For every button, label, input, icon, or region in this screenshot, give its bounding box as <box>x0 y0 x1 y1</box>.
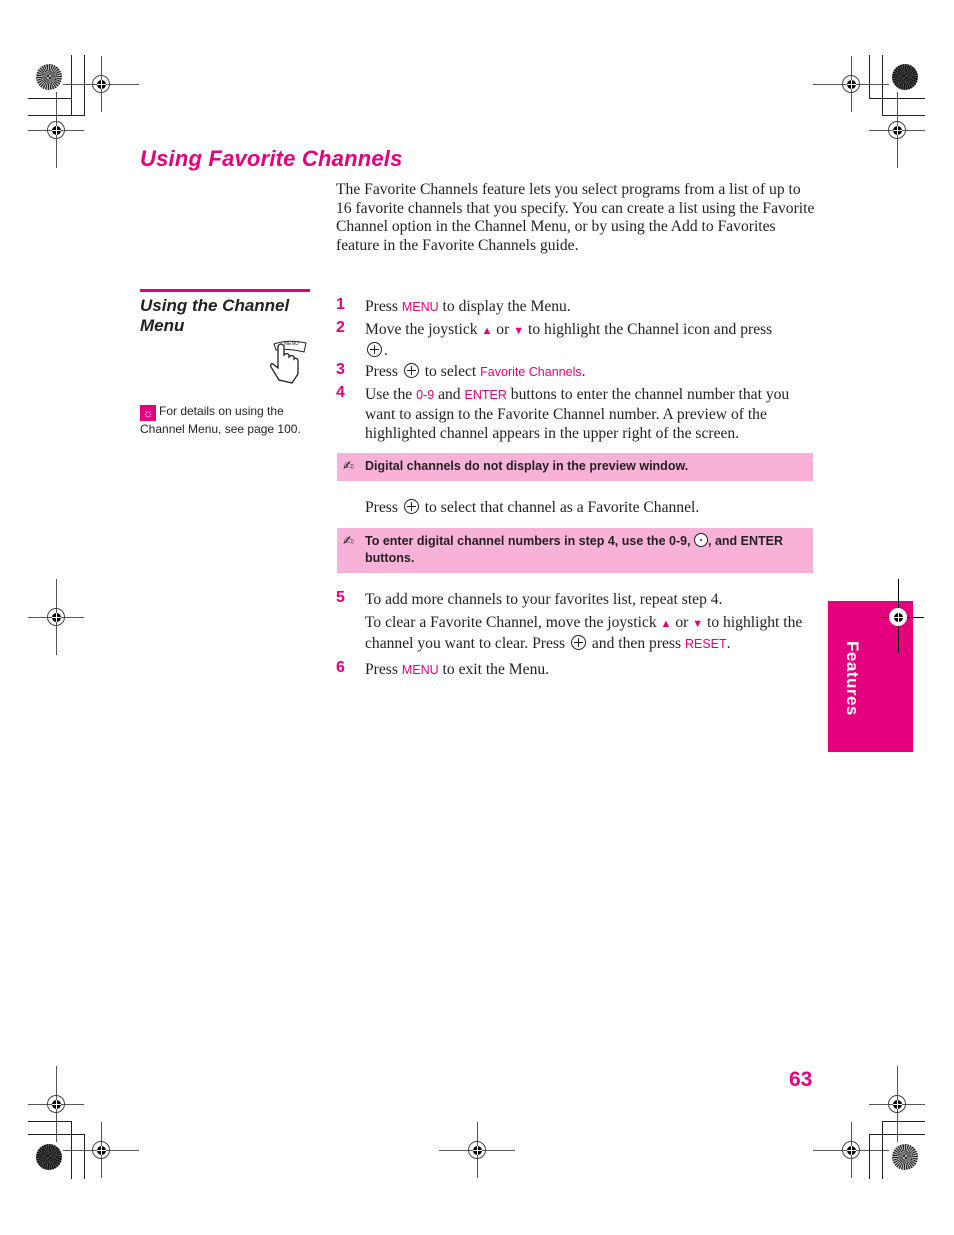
step-number: 6 <box>336 659 345 676</box>
trim-line <box>28 98 71 99</box>
tip-text: For details on using the Channel Menu, s… <box>140 404 301 436</box>
intro-paragraph: The Favorite Channels feature lets you s… <box>336 181 815 255</box>
menu-label: MENU <box>284 341 299 347</box>
note-text: Digital channels do not display in the p… <box>365 459 689 473</box>
step-number: 4 <box>336 384 345 401</box>
tip-note: ☼ For details on using the Channel Menu, … <box>140 403 320 438</box>
note-box: ✍ Digital channels do not display in the… <box>337 453 813 481</box>
section-rule <box>140 289 310 292</box>
color-wheel-icon <box>36 1144 62 1170</box>
trim-line <box>882 1121 883 1179</box>
step-3: Press to select Favorite Channels. <box>365 363 586 380</box>
number-buttons-ref: 0-9 <box>416 388 435 402</box>
menu-button-illustration: MENU <box>268 338 310 388</box>
arrow-down-icon: ▼ <box>513 325 525 337</box>
step-number: 2 <box>336 319 345 336</box>
trim-line <box>84 1134 85 1179</box>
note-pencil-icon: ✍ <box>343 458 354 473</box>
step-6: Press MENU to exit the Menu. <box>365 661 550 678</box>
lightbulb-icon: ☼ <box>140 405 156 421</box>
section-tab: Features <box>828 579 924 752</box>
note-pencil-icon: ✍ <box>343 533 354 548</box>
trim-line <box>71 55 72 116</box>
step-4-continued: Press to select that channel as a Favori… <box>365 499 700 516</box>
joystick-button-icon <box>403 363 419 378</box>
step-number: 1 <box>336 296 345 313</box>
page-number: 63 <box>789 1068 813 1091</box>
note-text: To enter digital channel numbers in step… <box>365 533 784 565</box>
reset-button-ref: RESET <box>684 637 727 651</box>
step-number: 3 <box>336 361 345 378</box>
section-tab-label: Features <box>843 641 862 716</box>
trim-line <box>869 1134 925 1135</box>
section-heading: Using the Channel Menu <box>140 296 290 335</box>
menu-button-ref: MENU <box>401 663 439 677</box>
joystick-button-icon <box>570 635 586 650</box>
favorite-channels-ref: Favorite Channels <box>480 365 582 379</box>
step-number: 5 <box>336 589 345 606</box>
menu-button-ref: MENU <box>401 300 439 314</box>
trim-line <box>882 55 883 116</box>
step-5: To add more channels to your favorites l… <box>365 591 723 608</box>
trim-line <box>71 1121 72 1179</box>
step-4: Use the 0-9 and ENTER buttons to enter t… <box>365 386 790 442</box>
joystick-button-icon <box>367 342 382 357</box>
step-1: Press MENU to display the Menu. <box>365 298 571 315</box>
joystick-button-icon <box>403 499 419 514</box>
color-wheel-icon <box>892 1144 918 1170</box>
trim-line <box>28 1134 85 1135</box>
color-wheel-icon <box>892 64 918 90</box>
arrow-up-icon: ▲ <box>660 618 672 630</box>
color-wheel-icon <box>36 64 62 90</box>
enter-button-ref: ENTER <box>464 388 507 402</box>
trim-line <box>869 1134 870 1179</box>
dot-button-icon <box>694 533 709 547</box>
step-5-continued: To clear a Favorite Channel, move the jo… <box>365 614 803 652</box>
note-box: ✍ To enter digital channel numbers in st… <box>337 528 813 573</box>
trim-line <box>84 55 85 116</box>
arrow-up-icon: ▲ <box>481 325 493 337</box>
page-title: Using Favorite Channels <box>140 146 403 171</box>
step-2: Move the joystick ▲ or ▼ to highlight th… <box>365 321 773 359</box>
trim-line <box>882 115 925 116</box>
arrow-down-icon: ▼ <box>692 618 704 630</box>
trim-line <box>869 55 870 99</box>
trim-line <box>28 1121 72 1122</box>
trim-line <box>882 1121 925 1122</box>
